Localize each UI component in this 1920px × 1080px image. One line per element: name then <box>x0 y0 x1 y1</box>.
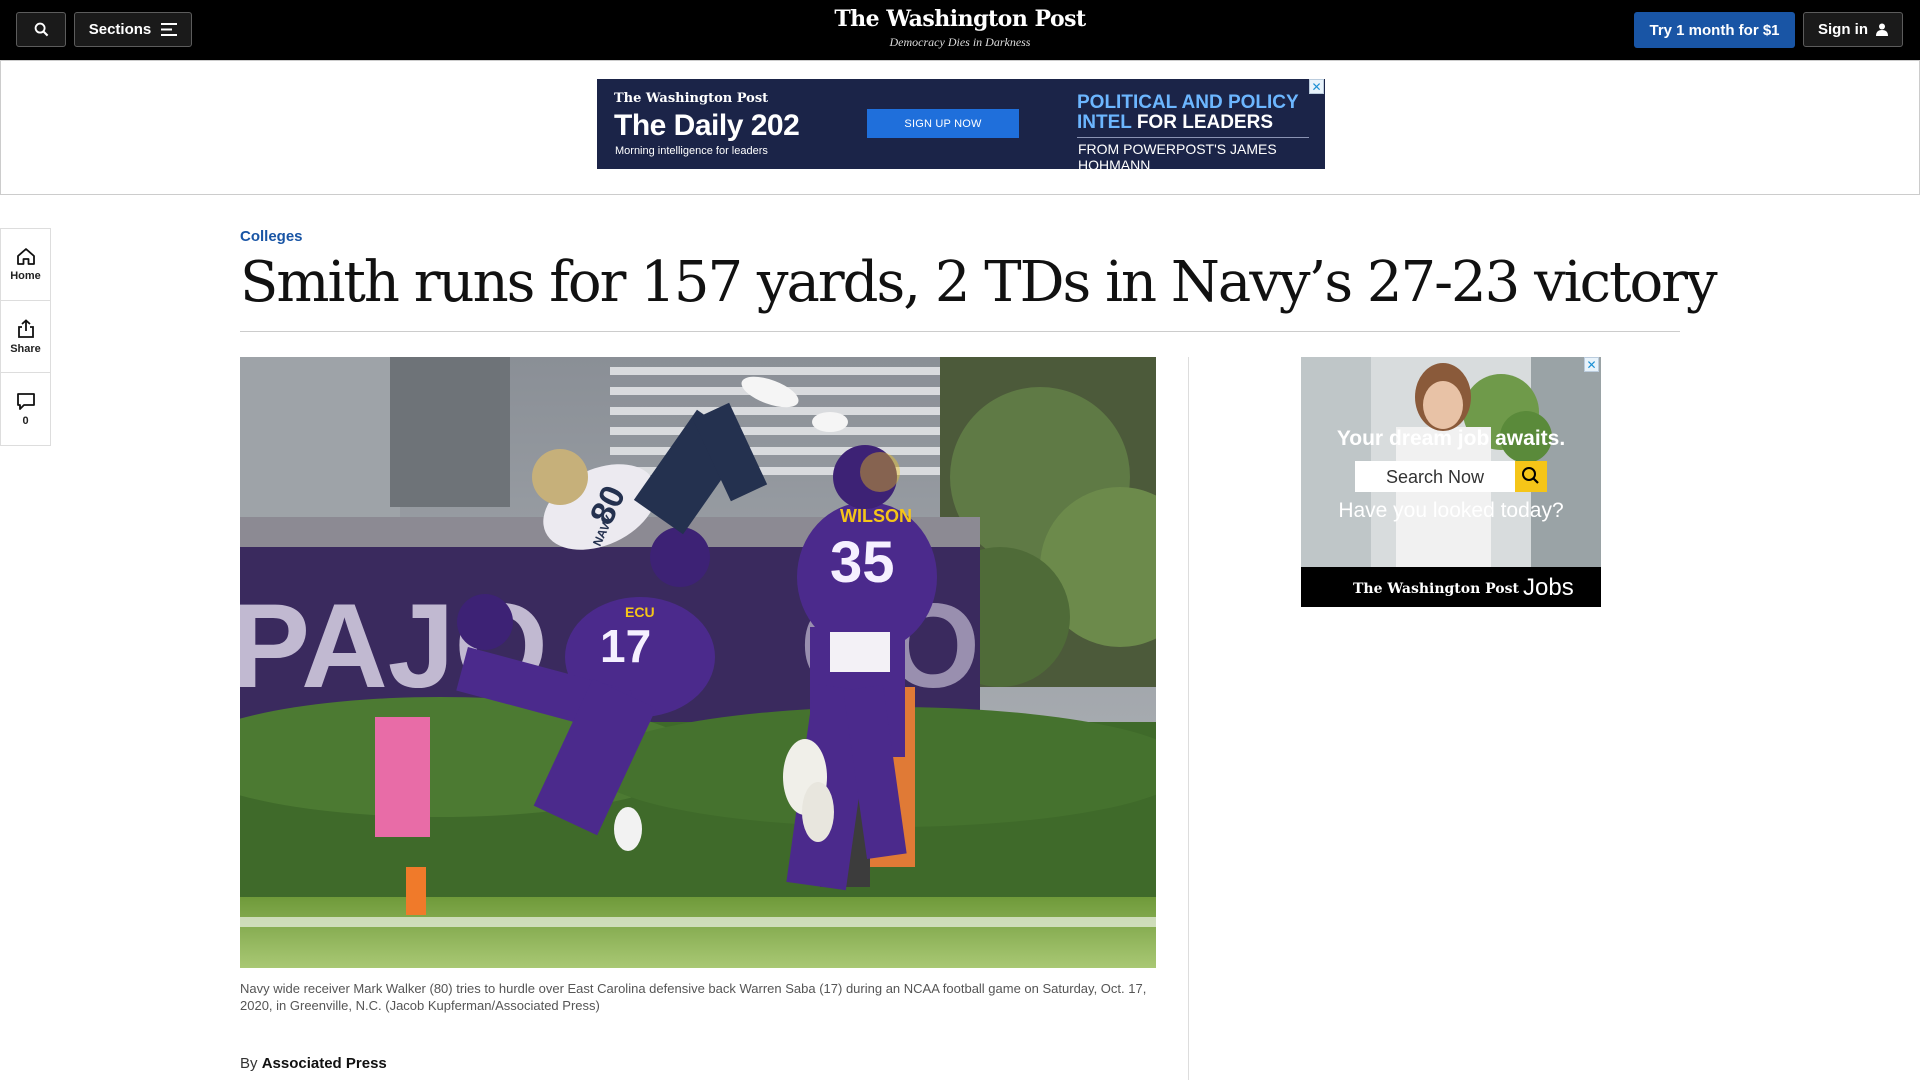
rail-share[interactable]: Share <box>1 301 50 373</box>
jersey-ecu-name: ECU <box>625 604 655 620</box>
jobs-ad-brand: The Washington Post <box>1353 581 1520 597</box>
jersey-wilson-number: 35 <box>830 530 895 595</box>
ad-brand: The Washington Post <box>614 91 769 106</box>
photo-caption: Navy wide receiver Mark Walker (80) trie… <box>240 981 1147 1013</box>
jobs-ad-close-icon[interactable]: ✕ <box>1584 357 1599 372</box>
byline: By Associated Press <box>240 1055 387 1072</box>
signin-button[interactable]: Sign in <box>1803 12 1903 47</box>
jobs-ad[interactable]: Your dream job awaits. Search Now Have y… <box>1301 357 1601 607</box>
jobs-ad-question: Have you looked today? <box>1338 499 1563 522</box>
share-icon <box>17 318 34 338</box>
left-rail: Home Share 0 <box>0 228 51 446</box>
rail-comments-count: 0 <box>22 414 29 427</box>
jobs-ad-product: Jobs <box>1523 574 1574 601</box>
rail-comments[interactable]: 0 <box>1 373 50 445</box>
top-ad-band: The Washington Post The Daily 202 Mornin… <box>0 60 1920 195</box>
section-kicker[interactable]: Colleges <box>240 228 303 245</box>
headline-divider <box>240 331 1680 332</box>
ad-from: FROM POWERPOST'S JAMES HOHMANN <box>1078 141 1277 173</box>
ad-close-icon[interactable]: ✕ <box>1309 79 1324 94</box>
site-logo[interactable]: The Washington Post Democracy Dies in Da… <box>0 6 1920 50</box>
rail-home-label: Home <box>10 270 41 282</box>
article-headline: Smith runs for 157 yards, 2 TDs in Navy’… <box>240 250 1718 315</box>
subscribe-button[interactable]: Try 1 month for $1 <box>1634 12 1795 48</box>
logo-tagline: Democracy Dies in Darkness <box>889 35 1031 49</box>
ad-pitch-white: FOR LEADERS <box>1136 112 1274 133</box>
comment-icon <box>16 392 35 410</box>
jersey-ecu-number: 17 <box>600 620 651 672</box>
ad-divider <box>1077 137 1309 138</box>
ad-subtitle: Morning intelligence for leaders <box>615 145 768 157</box>
jobs-ad-headline: Your dream job awaits. <box>1337 427 1565 450</box>
logo-name: The Washington Post <box>834 6 1086 32</box>
byline-prefix: By <box>240 1055 258 1072</box>
column-divider <box>1188 357 1189 1080</box>
ad-signup-button[interactable]: SIGN UP NOW <box>867 109 1019 138</box>
jobs-search-input: Search Now <box>1386 467 1485 487</box>
home-icon <box>16 248 35 265</box>
signin-label: Sign in <box>1818 21 1868 38</box>
byline-author[interactable]: Associated Press <box>262 1055 387 1072</box>
daily-202-ad[interactable]: The Washington Post The Daily 202 Mornin… <box>597 79 1325 173</box>
rail-home[interactable]: Home <box>1 229 50 301</box>
jobs-ad-art: Your dream job awaits. Search Now Have y… <box>1301 357 1601 607</box>
rail-share-label: Share <box>10 342 41 355</box>
jersey-wilson-name: WILSON <box>840 506 912 526</box>
user-icon <box>1876 23 1888 36</box>
ad-title: The Daily 202 <box>614 109 800 142</box>
top-nav-bar: Sections The Washington Post Democracy D… <box>0 0 1920 60</box>
lead-photo[interactable]: PAJO CO WILSON 35 <box>240 357 1156 968</box>
football-photo: PAJO CO WILSON 35 <box>240 357 1156 968</box>
ad-pitch: POLITICAL AND POLICY INTEL FOR LEADERS <box>1077 93 1309 133</box>
